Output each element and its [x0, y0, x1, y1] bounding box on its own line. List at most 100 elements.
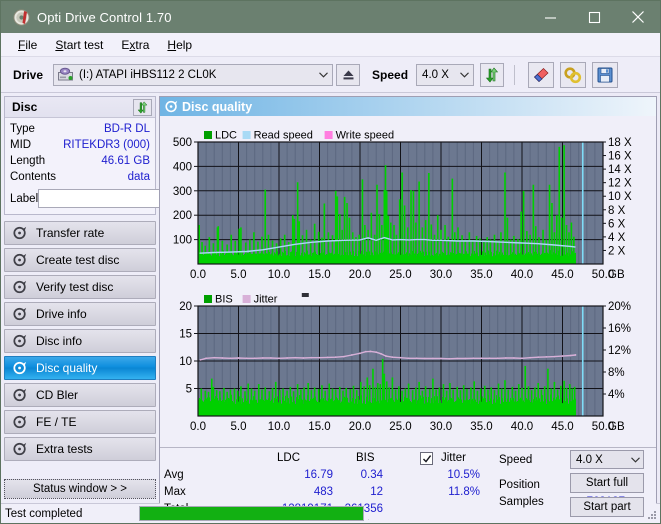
- stats-position-label: Position: [499, 479, 540, 491]
- menu-file[interactable]: File: [9, 36, 46, 54]
- stats-samples-label: Samples: [499, 496, 544, 508]
- menu-file-rest: ile: [25, 37, 38, 52]
- sidebar-item-label: Transfer rate: [36, 226, 105, 240]
- eject-button[interactable]: [336, 63, 361, 86]
- stats-avg-jitter: 10.5%: [447, 469, 480, 481]
- disc-row-key: MID: [10, 139, 32, 151]
- start-full-button[interactable]: Start full: [570, 473, 644, 493]
- test-speed-select[interactable]: 4.0 X: [570, 450, 644, 469]
- svg-text:15.0: 15.0: [308, 269, 330, 281]
- sidebar-item-transfer-rate[interactable]: Transfer rate: [4, 221, 156, 245]
- svg-text:6 X: 6 X: [608, 218, 626, 230]
- app-icon: [8, 8, 34, 26]
- svg-text:10.0: 10.0: [268, 421, 290, 433]
- svg-text:20.0: 20.0: [349, 421, 371, 433]
- disc-test-icon: [10, 280, 30, 294]
- stats-avg-bis: 0.34: [360, 469, 383, 481]
- svg-text:300: 300: [173, 186, 192, 198]
- disc-row-key: Type: [10, 123, 35, 135]
- drive-label: Drive: [13, 67, 44, 82]
- sidebar-item-fe-te[interactable]: FE / TE: [4, 410, 156, 434]
- disc-refresh-button[interactable]: [133, 98, 152, 116]
- svg-text:5.0: 5.0: [231, 269, 247, 281]
- chevron-down-icon[interactable]: [627, 455, 643, 465]
- disc-test-icon: [10, 334, 30, 348]
- resize-grip-icon[interactable]: [646, 509, 658, 521]
- stats-header-bis: BIS: [356, 452, 375, 464]
- start-part-button[interactable]: Start part: [570, 497, 644, 517]
- disc-row-contents: Contents data: [10, 169, 150, 185]
- main-panel: Disc quality LDC Read speed Write speed 100…: [159, 93, 660, 519]
- erase-button[interactable]: [528, 61, 555, 88]
- sidebar: Disc Type BD-R DL MID RITEKDR3 (000) Len…: [1, 93, 243, 503]
- menu-extra[interactable]: Extra: [112, 36, 158, 54]
- svg-text:5.0: 5.0: [231, 421, 247, 433]
- svg-text:4 X: 4 X: [608, 232, 626, 244]
- stats-max-bis: 12: [370, 486, 383, 498]
- disc-test-icon: [10, 415, 30, 429]
- svg-text:25.0: 25.0: [389, 421, 411, 433]
- chevron-down-icon[interactable]: [314, 70, 332, 80]
- svg-text:35.0: 35.0: [470, 269, 492, 281]
- refresh-button[interactable]: [480, 62, 505, 87]
- status-window-button[interactable]: Status window > >: [4, 479, 156, 499]
- bitsetting-button[interactable]: [560, 61, 587, 88]
- disc-panel-title: Disc: [12, 100, 38, 114]
- sidebar-item-label: Disc quality: [36, 361, 98, 375]
- drive-select[interactable]: (I:) ATAPI iHBS112 2 CL0K: [53, 63, 334, 86]
- sidebar-item-extra-tests[interactable]: Extra tests: [4, 437, 156, 461]
- svg-text:30.0: 30.0: [430, 269, 452, 281]
- disc-panel-header: Disc: [5, 97, 155, 118]
- disc-test-icon: [10, 307, 30, 321]
- disc-row-key: Length: [10, 155, 46, 167]
- stats-row-label-max: Max: [164, 486, 186, 498]
- svg-text:12%: 12%: [608, 345, 631, 357]
- svg-text:200: 200: [173, 210, 192, 222]
- disc-test-icon: [160, 100, 182, 113]
- app-window: Opti Drive Control 1.70 File Start test …: [0, 0, 661, 524]
- close-icon[interactable]: [616, 1, 660, 33]
- body-area: Disc Type BD-R DL MID RITEKDR3 (000) Len…: [1, 93, 660, 519]
- disc-label-row: Label: [10, 188, 243, 209]
- svg-text:8%: 8%: [608, 367, 625, 379]
- svg-text:Write speed: Write speed: [336, 130, 395, 142]
- svg-text:15: 15: [179, 329, 192, 341]
- sidebar-nav: Transfer rate Create test disc Verify te…: [4, 221, 156, 461]
- svg-text:GB: GB: [608, 421, 625, 433]
- menu-help[interactable]: Help: [158, 36, 201, 54]
- svg-text:25.0: 25.0: [389, 269, 411, 281]
- svg-text:20%: 20%: [608, 301, 631, 313]
- disc-test-icon: [10, 388, 30, 402]
- svg-text:Jitter: Jitter: [254, 294, 278, 306]
- sidebar-item-drive-info[interactable]: Drive info: [4, 302, 156, 326]
- main-inner: Disc quality LDC Read speed Write speed 100…: [159, 96, 657, 519]
- drive-icon: [54, 67, 74, 81]
- speed-select[interactable]: 4.0 X: [416, 63, 475, 86]
- sidebar-item-create-test-disc[interactable]: Create test disc: [4, 248, 156, 272]
- sidebar-item-disc-info[interactable]: Disc info: [4, 329, 156, 353]
- toolbar-separator: [514, 64, 516, 85]
- progress-bar-fill: [140, 507, 363, 520]
- sidebar-item-verify-test-disc[interactable]: Verify test disc: [4, 275, 156, 299]
- save-button[interactable]: [592, 61, 619, 88]
- disc-row-value: 46.61 GB: [101, 155, 150, 167]
- jitter-checkbox[interactable]: [420, 452, 433, 465]
- sidebar-item-cd-bler[interactable]: CD Bler: [4, 383, 156, 407]
- menu-start-test[interactable]: Start test: [46, 36, 112, 54]
- sidebar-item-label: Extra tests: [36, 442, 93, 456]
- maximize-icon[interactable]: [572, 1, 616, 33]
- sidebar-item-label: Drive info: [36, 307, 87, 321]
- stats-header-ldc: LDC: [277, 452, 301, 464]
- svg-text:30.0: 30.0: [430, 421, 452, 433]
- disc-row-value: data: [127, 171, 150, 183]
- minimize-icon[interactable]: [528, 1, 572, 33]
- charts-area: LDC Read speed Write speed 100 200 300 400 500 2…: [160, 116, 656, 447]
- disc-info-rows: Type BD-R DL MID RITEKDR3 (000) Length 4…: [5, 118, 243, 214]
- sidebar-item-disc-quality[interactable]: Disc quality: [4, 356, 156, 380]
- test-speed-value: 4.0 X: [576, 453, 603, 466]
- window-controls: [528, 1, 660, 33]
- chevron-down-icon[interactable]: [455, 70, 473, 80]
- svg-text:0.0: 0.0: [190, 421, 206, 433]
- sidebar-item-label: FE / TE: [36, 415, 77, 429]
- svg-text:10 X: 10 X: [608, 191, 632, 203]
